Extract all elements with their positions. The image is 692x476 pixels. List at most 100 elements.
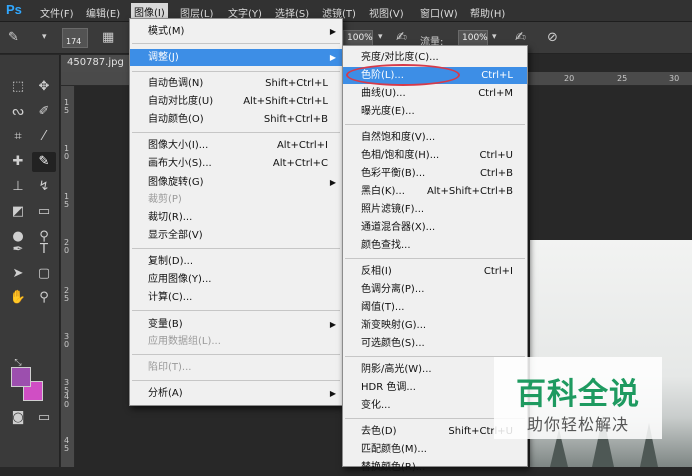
- menu-item-shortcut: Alt+Shift+Ctrl+L: [243, 96, 328, 107]
- history-brush-icon[interactable]: ↯: [32, 177, 56, 197]
- menu-item-color-lookup[interactable]: 颜色查找...: [343, 237, 527, 254]
- flow-input[interactable]: 100%: [458, 30, 488, 46]
- menu-item-label: 曲线(U)...: [361, 88, 406, 99]
- menu-item-gradient-map[interactable]: 渐变映射(G)...: [343, 317, 527, 334]
- menu-item-image-rotation[interactable]: 图像旋转(G) ▶: [130, 174, 342, 191]
- menu-item-label: 显示全部(V): [148, 230, 203, 241]
- menu-item-shortcut: Alt+Ctrl+I: [276, 140, 328, 151]
- screen-mode-icon[interactable]: ▭: [32, 408, 56, 428]
- menu-item-photo-filter[interactable]: 照片滤镜(F)...: [343, 201, 527, 218]
- menu-item-threshold[interactable]: 阈值(T)...: [343, 299, 527, 316]
- menu-item-calculations[interactable]: 计算(C)...: [130, 289, 342, 306]
- airbrush-icon[interactable]: ✍: [515, 30, 526, 45]
- shape-tool-icon[interactable]: ▢: [32, 264, 56, 284]
- menu-item-invert[interactable]: 反相(I) Ctrl+I: [343, 263, 527, 280]
- menu-item-hue-saturation[interactable]: 色相/饱和度(H)... Ctrl+U: [343, 147, 527, 164]
- menu-item-label: 匹配颜色(M)...: [361, 444, 427, 455]
- menu-item-curves[interactable]: 曲线(U)... Ctrl+M: [343, 85, 527, 102]
- menu-item-analysis[interactable]: 分析(A) ▶: [130, 385, 342, 402]
- menu-item-match-color[interactable]: 匹配颜色(M)...: [343, 441, 527, 458]
- menu-item-variables[interactable]: 变量(B) ▶: [130, 316, 342, 333]
- menu-item-exposure[interactable]: 曝光度(E)...: [343, 103, 527, 120]
- menu-divider: [345, 124, 525, 125]
- menu-item-shortcut: Shift+Ctrl+L: [265, 78, 328, 89]
- pressure-opacity-icon[interactable]: ✍: [396, 30, 407, 45]
- menu-item-auto-tone[interactable]: 自动色调(N) Shift+Ctrl+L: [130, 75, 342, 92]
- stamp-tool-icon[interactable]: ⊥: [6, 177, 30, 197]
- chevron-down-icon[interactable]: ▾: [42, 32, 47, 42]
- brush-preset-icon[interactable]: ✎: [8, 30, 19, 45]
- opacity-input[interactable]: 100%: [343, 30, 373, 46]
- menu-item-duplicate[interactable]: 复制(D)...: [130, 253, 342, 270]
- document-tab[interactable]: 450787.jpg: [61, 55, 133, 72]
- menu-divider: [132, 354, 340, 355]
- ruler-label: 25: [617, 74, 628, 83]
- app-logo: Ps: [6, 2, 22, 17]
- menu-edit[interactable]: 编辑(E): [86, 5, 120, 20]
- menu-item-label: 复制(D)...: [148, 256, 194, 267]
- menu-file[interactable]: 文件(F): [40, 5, 74, 20]
- menu-item-trap: 陷印(T)...: [130, 359, 342, 376]
- menu-item-label: 色相/饱和度(H)...: [361, 150, 440, 161]
- ruler-label: 30: [669, 74, 680, 83]
- menu-item-mode[interactable]: 模式(M) ▶: [130, 23, 342, 40]
- watermark-subtitle: 助你轻松解决: [526, 415, 629, 434]
- gradient-tool-icon[interactable]: ▭: [32, 202, 56, 222]
- menu-item-label: 自动色调(N): [148, 78, 204, 89]
- pressure-size-icon[interactable]: ⊘: [547, 30, 558, 45]
- menu-item-image-size[interactable]: 图像大小(I)... Alt+Ctrl+I: [130, 137, 342, 154]
- hand-tool-icon[interactable]: ✋: [6, 288, 30, 308]
- path-select-icon[interactable]: ➤: [6, 264, 30, 284]
- ruler-left: 1 5 1 0 1 5 2 0 2 5 3 0 3 5 4 0 4 5: [61, 86, 75, 467]
- menu-item-channel-mixer[interactable]: 通道混合器(X)...: [343, 219, 527, 236]
- quick-mask-icon[interactable]: ◙: [6, 408, 30, 428]
- type-tool-icon[interactable]: T: [32, 240, 56, 260]
- menu-item-adjustments[interactable]: 调整(J) ▶: [130, 49, 342, 66]
- menu-item-brightness-contrast[interactable]: 亮度/对比度(C)...: [343, 49, 527, 66]
- eyedropper-icon[interactable]: ⁄: [32, 127, 56, 147]
- menu-item-apply-image[interactable]: 应用图像(Y)...: [130, 271, 342, 288]
- marquee-tool-icon[interactable]: ⬚: [6, 77, 30, 97]
- menu-item-label: 阈值(T)...: [361, 302, 405, 313]
- menu-window[interactable]: 窗口(W): [420, 5, 458, 20]
- menu-image[interactable]: 图像(I): [131, 3, 168, 19]
- menu-item-auto-contrast[interactable]: 自动对比度(U) Alt+Shift+Ctrl+L: [130, 93, 342, 110]
- menu-item-posterize[interactable]: 色调分离(P)...: [343, 281, 527, 298]
- healing-brush-icon[interactable]: ✚: [6, 152, 30, 172]
- menu-item-label: 调整(J): [148, 52, 179, 63]
- menu-item-label: 画布大小(S)...: [148, 158, 212, 169]
- menu-item-label: 自动颜色(O): [148, 114, 204, 125]
- menu-item-selective-color[interactable]: 可选颜色(S)...: [343, 335, 527, 352]
- crop-tool-icon[interactable]: ⌗: [6, 127, 30, 147]
- menu-item-label: 变化...: [361, 400, 391, 411]
- menu-item-black-white[interactable]: 黑白(K)... Alt+Shift+Ctrl+B: [343, 183, 527, 200]
- ruler-label: 5: [64, 106, 70, 115]
- chevron-down-icon[interactable]: ▾: [492, 32, 497, 42]
- move-tool-icon[interactable]: ✥: [32, 77, 56, 97]
- pen-tool-icon[interactable]: ✒: [6, 240, 30, 260]
- ruler-label: 5: [64, 200, 70, 209]
- menu-item-label: 颜色查找...: [361, 240, 411, 251]
- menu-item-trim[interactable]: 裁切(R)...: [130, 209, 342, 226]
- ruler-label: 0: [64, 152, 70, 161]
- eraser-tool-icon[interactable]: ◩: [6, 202, 30, 222]
- quick-select-icon[interactable]: ✐: [32, 102, 56, 122]
- brush-panel-icon[interactable]: ▦: [102, 30, 114, 45]
- default-colors-icon[interactable]: [6, 355, 30, 375]
- menu-help[interactable]: 帮助(H): [470, 5, 505, 20]
- menu-item-reveal-all[interactable]: 显示全部(V): [130, 227, 342, 244]
- menu-view[interactable]: 视图(V): [369, 5, 404, 20]
- brush-size-picker[interactable]: 174: [62, 28, 88, 48]
- menu-item-auto-color[interactable]: 自动颜色(O) Shift+Ctrl+B: [130, 111, 342, 128]
- zoom-tool-icon[interactable]: ⚲: [32, 288, 56, 308]
- menu-item-color-balance[interactable]: 色彩平衡(B)... Ctrl+B: [343, 165, 527, 182]
- chevron-down-icon[interactable]: ▾: [378, 32, 383, 42]
- menu-item-canvas-size[interactable]: 画布大小(S)... Alt+Ctrl+C: [130, 155, 342, 172]
- tools-panel: ⬚ ✥ ᔓ ✐ ⌗ ⁄ ✚ ✎ ⊥ ↯ ◩ ▭ ● ⚲ ✒ T ➤ ▢ ✋ ⚲ …: [0, 55, 60, 467]
- menu-item-replace-color[interactable]: 替换颜色(R)...: [343, 459, 527, 476]
- lasso-tool-icon[interactable]: ᔓ: [6, 102, 30, 122]
- menu-item-vibrance[interactable]: 自然饱和度(V)...: [343, 129, 527, 146]
- brush-tool-icon[interactable]: ✎: [32, 152, 56, 172]
- menu-item-label: 去色(D): [361, 426, 397, 437]
- menu-item-label: 应用数据组(L)...: [148, 336, 221, 347]
